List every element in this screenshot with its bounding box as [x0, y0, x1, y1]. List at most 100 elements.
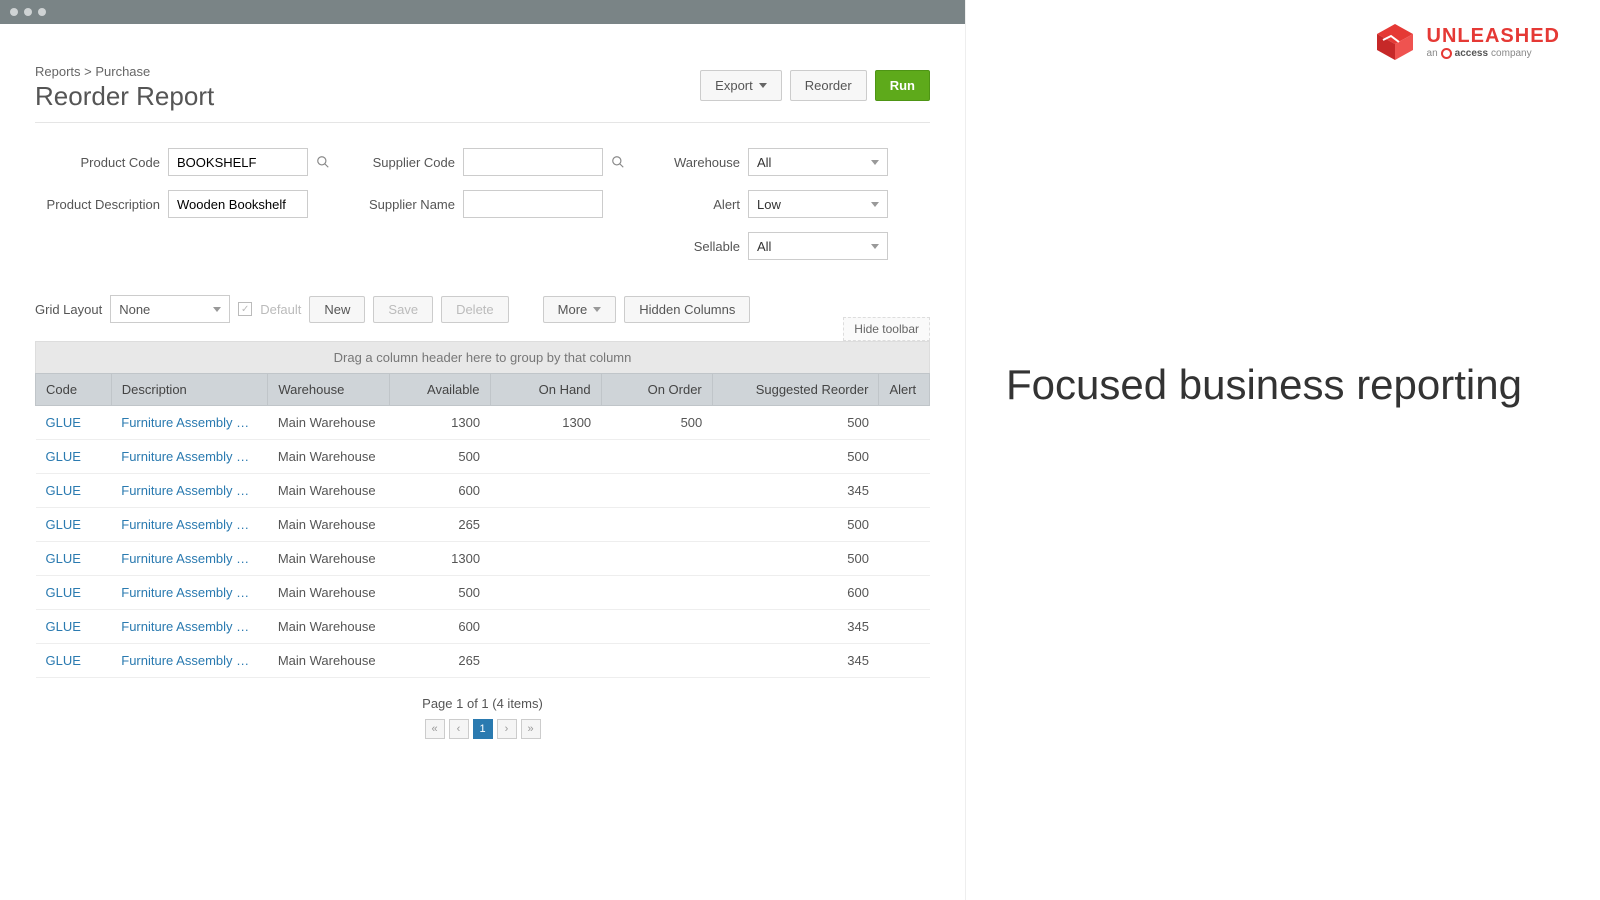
cell-description[interactable]: Furniture Assembly Glue	[111, 542, 268, 576]
grid-layout-select[interactable]: None	[110, 295, 230, 323]
hide-toolbar-button[interactable]: Hide toolbar	[843, 317, 930, 341]
more-button[interactable]: More	[543, 296, 617, 323]
cell-code[interactable]: GLUE	[36, 406, 112, 440]
supplier-name-input[interactable]	[463, 190, 603, 218]
cell-description[interactable]: Furniture Assembly Glue	[111, 610, 268, 644]
cell-description[interactable]: Furniture Assembly Glue	[111, 508, 268, 542]
hidden-columns-button[interactable]: Hidden Columns	[624, 296, 750, 323]
supplier-name-label: Supplier Name	[360, 197, 455, 212]
cell-onhand	[490, 610, 601, 644]
breadcrumb[interactable]: Reports > Purchase	[35, 64, 214, 79]
default-label: Default	[260, 302, 301, 317]
slide-headline: Focused business reporting	[1006, 360, 1560, 410]
product-description-input[interactable]	[168, 190, 308, 218]
page-last-button[interactable]: »	[521, 719, 541, 739]
brand-sub-brand: access	[1455, 48, 1488, 59]
cell-description[interactable]: Furniture Assembly Glue	[111, 576, 268, 610]
col-code[interactable]: Code	[36, 374, 112, 406]
page-first-button[interactable]: «	[425, 719, 445, 739]
cell-onhand	[490, 440, 601, 474]
col-alert[interactable]: Alert	[879, 374, 930, 406]
cell-available: 500	[389, 440, 490, 474]
supplier-code-input[interactable]	[463, 148, 603, 176]
cell-code[interactable]: GLUE	[36, 474, 112, 508]
reorder-button[interactable]: Reorder	[790, 70, 867, 101]
page-current-button[interactable]: 1	[473, 719, 493, 739]
col-description[interactable]: Description	[111, 374, 268, 406]
cell-onhand	[490, 576, 601, 610]
cell-onorder	[601, 508, 712, 542]
unleashed-box-icon	[1373, 22, 1417, 62]
alert-value: Low	[757, 197, 781, 212]
cell-alert	[879, 474, 930, 508]
grid-layout-value: None	[119, 302, 150, 317]
more-label: More	[558, 302, 588, 317]
cell-alert	[879, 508, 930, 542]
cell-onhand: 1300	[490, 406, 601, 440]
cell-available: 265	[389, 508, 490, 542]
col-onorder[interactable]: On Order	[601, 374, 712, 406]
warehouse-select[interactable]: All	[748, 148, 888, 176]
search-icon[interactable]	[316, 155, 330, 169]
cell-alert	[879, 440, 930, 474]
col-suggested[interactable]: Suggested Reorder	[712, 374, 879, 406]
cell-code[interactable]: GLUE	[36, 508, 112, 542]
chevron-down-icon	[593, 307, 601, 312]
col-available[interactable]: Available	[389, 374, 490, 406]
window-dot-icon	[24, 8, 32, 16]
chevron-down-icon	[871, 244, 879, 249]
new-button[interactable]: New	[309, 296, 365, 323]
product-code-label: Product Code	[35, 155, 160, 170]
export-button[interactable]: Export	[700, 70, 782, 101]
table-row[interactable]: GLUEFurniture Assembly GlueMain Warehous…	[36, 440, 930, 474]
cell-warehouse: Main Warehouse	[268, 508, 389, 542]
cell-code[interactable]: GLUE	[36, 440, 112, 474]
table-row[interactable]: GLUEFurniture Assembly GlueMain Warehous…	[36, 644, 930, 678]
cell-available: 500	[389, 576, 490, 610]
product-code-input[interactable]	[168, 148, 308, 176]
cell-available: 600	[389, 610, 490, 644]
delete-button[interactable]: Delete	[441, 296, 509, 323]
brand-sub-prefix: an	[1427, 48, 1438, 59]
col-warehouse[interactable]: Warehouse	[268, 374, 389, 406]
search-icon[interactable]	[611, 155, 625, 169]
cell-warehouse: Main Warehouse	[268, 474, 389, 508]
cell-onhand	[490, 508, 601, 542]
group-drop-zone[interactable]: Drag a column header here to group by th…	[35, 341, 930, 373]
chevron-down-icon	[213, 307, 221, 312]
chevron-down-icon	[759, 83, 767, 88]
cell-available: 265	[389, 644, 490, 678]
cell-code[interactable]: GLUE	[36, 644, 112, 678]
cell-code[interactable]: GLUE	[36, 610, 112, 644]
cell-suggested: 345	[712, 474, 879, 508]
chevron-down-icon	[871, 202, 879, 207]
cell-onorder	[601, 474, 712, 508]
run-button[interactable]: Run	[875, 70, 930, 101]
access-ring-icon	[1441, 48, 1452, 59]
table-row[interactable]: GLUEFurniture Assembly GlueMain Warehous…	[36, 610, 930, 644]
alert-select[interactable]: Low	[748, 190, 888, 218]
table-row[interactable]: GLUEFurniture Assembly GlueMain Warehous…	[36, 542, 930, 576]
cell-code[interactable]: GLUE	[36, 576, 112, 610]
export-label: Export	[715, 78, 753, 93]
page-prev-button[interactable]: ‹	[449, 719, 469, 739]
page-next-button[interactable]: ›	[497, 719, 517, 739]
table-row[interactable]: GLUEFurniture Assembly GlueMain Warehous…	[36, 576, 930, 610]
table-row[interactable]: GLUEFurniture Assembly GlueMain Warehous…	[36, 474, 930, 508]
sellable-select[interactable]: All	[748, 232, 888, 260]
cell-suggested: 500	[712, 508, 879, 542]
cell-available: 1300	[389, 406, 490, 440]
save-button[interactable]: Save	[373, 296, 433, 323]
table-row[interactable]: GLUEFurniture Assembly GlueMain Warehous…	[36, 508, 930, 542]
cell-description[interactable]: Furniture Assembly Glue	[111, 474, 268, 508]
cell-onorder	[601, 542, 712, 576]
reorder-table: Code Description Warehouse Available On …	[35, 373, 930, 678]
cell-description[interactable]: Furniture Assembly Glue	[111, 406, 268, 440]
cell-alert	[879, 406, 930, 440]
default-checkbox[interactable]: ✓	[238, 302, 252, 316]
cell-description[interactable]: Furniture Assembly Glue	[111, 644, 268, 678]
col-onhand[interactable]: On Hand	[490, 374, 601, 406]
cell-description[interactable]: Furniture Assembly Glue	[111, 440, 268, 474]
cell-code[interactable]: GLUE	[36, 542, 112, 576]
table-row[interactable]: GLUEFurniture Assembly GlueMain Warehous…	[36, 406, 930, 440]
